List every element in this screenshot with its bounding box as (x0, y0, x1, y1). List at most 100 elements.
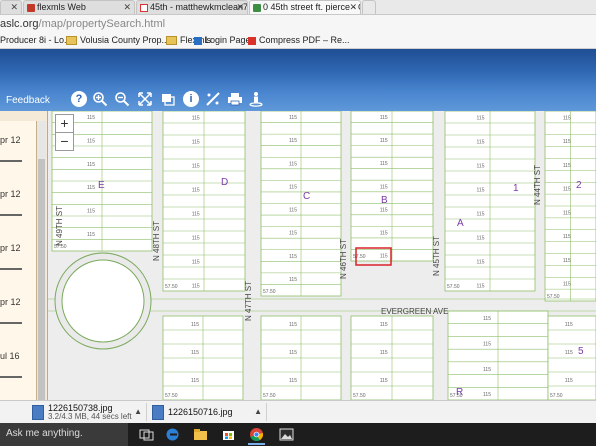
lot-dimension-label: 115 (192, 211, 200, 217)
zoom-out-icon[interactable] (114, 91, 130, 107)
lot-dimension-label: 115 (289, 254, 297, 260)
chevron-up-icon[interactable]: ▲ (254, 407, 262, 416)
bookmark-label: Producer 8i - Lo... (0, 35, 72, 45)
street-label-n48: N 48TH ST (152, 221, 161, 261)
photos-icon[interactable] (278, 426, 295, 443)
list-item[interactable]: ul 16 (0, 351, 36, 378)
measure-icon[interactable] (205, 91, 221, 107)
lot-dimension-label: 115 (483, 316, 491, 322)
lot-dimension-label: 57.50 (263, 393, 276, 399)
lot-dimension-label: 115 (192, 139, 200, 145)
list-item-date: pr 12 (0, 243, 21, 253)
download-item[interactable]: 1226150716.jpg ▲ (148, 403, 267, 421)
parcel-map[interactable]: 115 115 115 115 115 115 57.50 115 115 115 115 115 11… (48, 111, 596, 400)
lot-dimension-label: 115 (192, 259, 200, 265)
list-item[interactable]: pr 12 (0, 243, 36, 270)
task-view-icon[interactable] (138, 426, 155, 443)
map-zoom-out-button[interactable]: − (55, 132, 74, 151)
image-file-icon (152, 405, 164, 420)
lot-dimension-label: 115 (87, 209, 95, 215)
lot-dimension-label: 115 (380, 322, 388, 328)
lot-dimension-label: 115 (87, 162, 95, 168)
lot-dimension-label: 115 (563, 210, 571, 216)
row-marker (0, 155, 22, 162)
tab-gmail[interactable]: 45th - matthewkmclean77 ✕ (136, 0, 248, 14)
address-bar[interactable]: aslc.org/map/propertySearch.html (0, 15, 596, 33)
lot-dimension-label: 115 (563, 139, 571, 145)
lot-dimension-label: 115 (483, 341, 491, 347)
block-label-d: D (221, 177, 228, 188)
lot-dimension-label: 115 (477, 283, 485, 289)
downloads-bar: 1226150738.jpg 3.2/4.3 MB, 44 secs left … (0, 400, 596, 423)
list-item-date: ul 16 (0, 351, 20, 361)
file-explorer-icon[interactable] (192, 426, 209, 443)
bookmark-producer[interactable]: Producer 8i - Lo... (0, 34, 72, 47)
edge-browser-icon[interactable] (164, 426, 181, 443)
lot-dimension-label: 115 (192, 115, 200, 121)
folder-icon (166, 36, 177, 46)
url-text[interactable]: aslc.org/map/propertySearch.html (0, 17, 165, 31)
list-item[interactable]: pr 12 (0, 189, 36, 216)
lot-dimension-label: 57.50 (353, 393, 366, 399)
layers-icon[interactable] (160, 91, 176, 107)
maps-favicon-icon (253, 3, 261, 12)
block-label-a: A (457, 218, 464, 229)
full-extent-icon[interactable] (137, 91, 153, 107)
flexmls-favicon-icon (27, 3, 35, 12)
lot-dimension-label: 115 (289, 208, 297, 214)
lot-dimension-label: 57.50 (550, 393, 563, 399)
taskbar-search-box[interactable]: Ask me anything. (0, 423, 128, 446)
help-icon[interactable]: ? (71, 91, 87, 107)
print-icon[interactable] (227, 91, 243, 107)
results-side-panel: pr 12 pr 12 pr 12 pr 12 ul 16 (0, 111, 48, 409)
lot-dimension-label: 115 (380, 184, 388, 190)
tab-0[interactable]: ✕ (0, 0, 22, 14)
tab-google-search[interactable]: 0 45th street ft. pierce - G ✕ (249, 0, 361, 14)
url-path: /map/propertySearch.html (38, 18, 166, 30)
lot-dimension-label: 115 (477, 259, 485, 265)
download-item[interactable]: 1226150738.jpg 3.2/4.3 MB, 44 secs left … (28, 403, 147, 421)
lot-dimension-label: 57.50 (447, 284, 460, 290)
list-item[interactable]: pr 12 (0, 135, 36, 162)
block-label-c: C (303, 191, 310, 202)
block-label-2: 2 (576, 180, 582, 191)
close-tab-icon[interactable]: ✕ (349, 1, 357, 14)
lot-dimension-label: 115 (191, 322, 199, 328)
close-tab-icon[interactable]: ✕ (10, 1, 18, 14)
lot-dimension-label: 115 (87, 139, 95, 145)
scrollbar-thumb[interactable] (38, 159, 45, 409)
new-tab-button[interactable] (362, 0, 376, 14)
zoom-in-icon[interactable] (92, 91, 108, 107)
lot-dimension-label: 115 (380, 115, 388, 121)
pdf-icon (248, 36, 256, 45)
lot-dimension-label: 115 (289, 277, 297, 283)
feedback-link[interactable]: Feedback (6, 95, 50, 106)
list-item[interactable]: pr 12 (0, 297, 36, 324)
identify-icon[interactable]: i (183, 91, 199, 107)
map-zoom-in-button[interactable]: + (55, 114, 74, 133)
row-marker (0, 317, 22, 324)
street-view-icon[interactable] (248, 91, 264, 107)
search-placeholder: Ask me anything. (6, 428, 83, 439)
lot-dimension-label: 115 (563, 258, 571, 264)
side-panel-scrollbar[interactable] (37, 121, 46, 409)
lot-dimension-label: 115 (192, 187, 200, 193)
lot-dimension-label: 115 (289, 161, 297, 167)
tab-flexmls[interactable]: flexmls Web ✕ (23, 0, 135, 14)
store-icon[interactable] (220, 426, 237, 443)
bookmark-login[interactable]: Login Page (194, 34, 251, 47)
parcel-map-canvas[interactable]: 115 115 115 115 115 115 57.50 115 115 115 115 115 11… (48, 111, 596, 400)
chevron-up-icon[interactable]: ▲ (134, 407, 142, 416)
block-label-r: R (456, 387, 463, 398)
bookmark-volusia[interactable]: Volusia County Prop... (66, 34, 169, 47)
chrome-icon[interactable] (248, 426, 265, 445)
street-label-evergreen: EVERGREEN AVE (381, 307, 448, 316)
lot-dimension-label: 115 (191, 350, 199, 356)
close-tab-icon[interactable]: ✕ (236, 1, 244, 14)
lot-dimension-label: 115 (380, 161, 388, 167)
street-label-n47: N 47TH ST (244, 281, 253, 321)
lot-dimension-label: 57.50 (263, 289, 276, 295)
bookmark-compress-pdf[interactable]: Compress PDF – Re... (248, 34, 350, 47)
close-tab-icon[interactable]: ✕ (123, 1, 131, 14)
list-item-date: pr 12 (0, 189, 21, 199)
